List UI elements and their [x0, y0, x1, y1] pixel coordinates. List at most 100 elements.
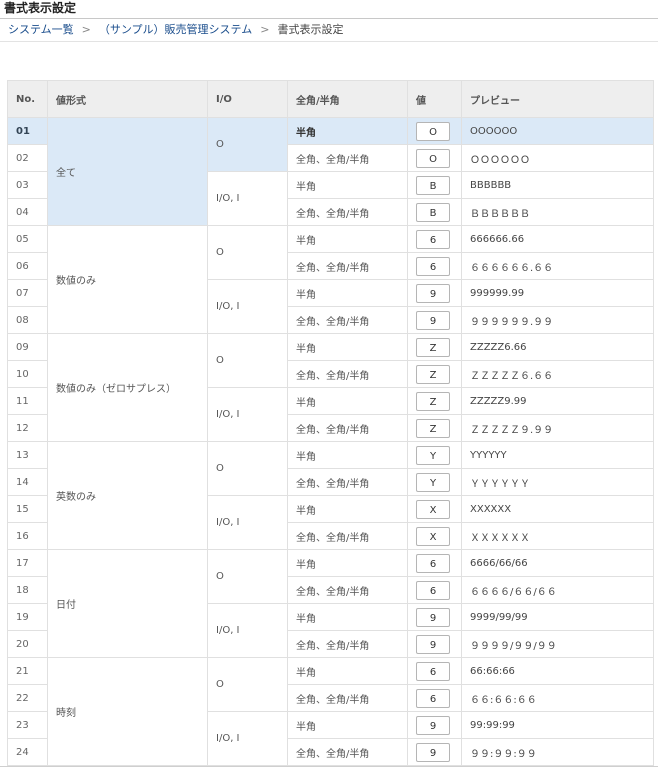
width-cell: 半角: [287, 603, 408, 631]
row-number: 16: [7, 522, 48, 550]
preview-cell: ６６６６６６.６６: [461, 252, 654, 280]
value-format-cell: 英数のみ: [47, 441, 208, 550]
io-cell: I/O, I: [207, 495, 288, 550]
preview-cell: ６６６６/６６/６６: [461, 576, 654, 604]
row-number: 03: [7, 171, 48, 199]
value-format-cell: 全て: [47, 117, 208, 226]
value-input[interactable]: 6: [416, 256, 450, 276]
preview-cell: ９９９９９９.９９: [461, 306, 654, 334]
value-cell: Y: [407, 441, 462, 469]
width-cell: 全角、全角/半角: [287, 252, 408, 280]
table-header-row: No. 値形式 I/O 全角/半角 値 プレビュー: [7, 80, 654, 118]
value-input[interactable]: O: [416, 121, 450, 141]
row-number: 15: [7, 495, 48, 523]
row-number: 18: [7, 576, 48, 604]
table-row[interactable]: 17 日付 O 半角 6 6666/66/66: [7, 549, 654, 658]
width-cell: 半角: [287, 333, 408, 361]
row-number: 13: [7, 441, 48, 469]
row-number: 17: [7, 549, 48, 577]
row-number: 01: [7, 117, 48, 145]
value-input[interactable]: 9: [416, 715, 450, 735]
format-table: No. 値形式 I/O 全角/半角 値 プレビュー 01 全て O 半角 O OOOOOO…: [7, 80, 654, 766]
preview-cell: ＢＢＢＢＢＢ: [461, 198, 654, 226]
value-input[interactable]: Y: [416, 445, 450, 465]
preview-cell: ＺＺＺＺＺ６.６６: [461, 360, 654, 388]
row-number: 04: [7, 198, 48, 226]
value-input[interactable]: O: [416, 148, 450, 168]
value-input[interactable]: 6: [416, 580, 450, 600]
io-cell: O: [207, 657, 288, 712]
value-input[interactable]: Z: [416, 337, 450, 357]
value-cell: X: [407, 522, 462, 550]
table-body: 01 全て O 半角 O OOOOOO 02 全角、全角/半角 O ＯＯＯＯＯＯ 03 I/O, I半…: [7, 117, 654, 766]
table-row[interactable]: 01 全て O 半角 O OOOOOO: [7, 117, 654, 226]
value-input[interactable]: 6: [416, 661, 450, 681]
value-input[interactable]: 9: [416, 634, 450, 654]
preview-cell: ６６:６６:６６: [461, 684, 654, 712]
value-input[interactable]: 9: [416, 607, 450, 627]
breadcrumb-sales-system[interactable]: （サンプル）販売管理システム: [99, 22, 252, 38]
value-cell: 9: [407, 630, 462, 658]
table-row[interactable]: 09 数値のみ（ゼロサプレス） O 半角 Z ZZZZZ6.66: [7, 333, 654, 442]
preview-cell: ZZZZZ9.99: [461, 387, 654, 415]
value-format-cell: 数値のみ（ゼロサプレス）: [47, 333, 208, 442]
preview-cell: ９９９９/９９/９９: [461, 630, 654, 658]
header-value: 値: [407, 80, 462, 118]
value-input[interactable]: Z: [416, 364, 450, 384]
table-row[interactable]: 21 時刻 O 半角 6 66:66:66: [7, 657, 654, 766]
row-number: 05: [7, 225, 48, 253]
row-number: 24: [7, 738, 48, 766]
row-number: 14: [7, 468, 48, 496]
chevron-right-icon: >: [260, 23, 270, 36]
bottom-divider: [0, 766, 658, 767]
width-cell: 半角: [287, 657, 408, 685]
value-cell: 6: [407, 684, 462, 712]
value-cell: O: [407, 117, 462, 145]
preview-cell: 6666/66/66: [461, 549, 654, 577]
value-input[interactable]: Y: [416, 472, 450, 492]
value-input[interactable]: 9: [416, 310, 450, 330]
width-cell: 半角: [287, 171, 408, 199]
value-format-cell: 数値のみ: [47, 225, 208, 334]
value-cell: 9: [407, 279, 462, 307]
value-cell: 6: [407, 576, 462, 604]
width-cell: 全角、全角/半角: [287, 738, 408, 766]
table-row[interactable]: 13 英数のみ O 半角 Y YYYYYY: [7, 441, 654, 550]
width-cell: 全角、全角/半角: [287, 414, 408, 442]
value-cell: 9: [407, 711, 462, 739]
value-input[interactable]: X: [416, 499, 450, 519]
breadcrumb-divider: [0, 41, 658, 42]
row-number: 22: [7, 684, 48, 712]
value-cell: Z: [407, 333, 462, 361]
title-divider: [0, 18, 658, 19]
width-cell: 全角、全角/半角: [287, 684, 408, 712]
value-input[interactable]: X: [416, 526, 450, 546]
row-number: 20: [7, 630, 48, 658]
value-input[interactable]: B: [416, 202, 450, 222]
width-cell: 全角、全角/半角: [287, 306, 408, 334]
value-input[interactable]: 9: [416, 283, 450, 303]
io-cell: O: [207, 117, 288, 172]
value-input[interactable]: B: [416, 175, 450, 195]
value-cell: 9: [407, 306, 462, 334]
value-input[interactable]: 6: [416, 553, 450, 573]
value-input[interactable]: Z: [416, 391, 450, 411]
value-input[interactable]: 9: [416, 742, 450, 762]
breadcrumb: システム一覧 > （サンプル）販売管理システム > 書式表示設定: [8, 22, 343, 38]
preview-cell: ＯＯＯＯＯＯ: [461, 144, 654, 172]
row-number: 06: [7, 252, 48, 280]
preview-cell: ＹＹＹＹＹＹ: [461, 468, 654, 496]
value-cell: 6: [407, 225, 462, 253]
row-number: 19: [7, 603, 48, 631]
value-input[interactable]: 6: [416, 229, 450, 249]
io-cell: O: [207, 549, 288, 604]
io-cell: I/O, I: [207, 171, 288, 226]
value-input[interactable]: Z: [416, 418, 450, 438]
width-cell: 半角: [287, 117, 408, 145]
value-input[interactable]: 6: [416, 688, 450, 708]
preview-cell: XXXXXX: [461, 495, 654, 523]
table-row[interactable]: 05 数値のみ O 半角 6 666666.66: [7, 225, 654, 334]
value-cell: Z: [407, 414, 462, 442]
breadcrumb-system-list[interactable]: システム一覧: [8, 22, 74, 38]
preview-cell: 99:99:99: [461, 711, 654, 739]
